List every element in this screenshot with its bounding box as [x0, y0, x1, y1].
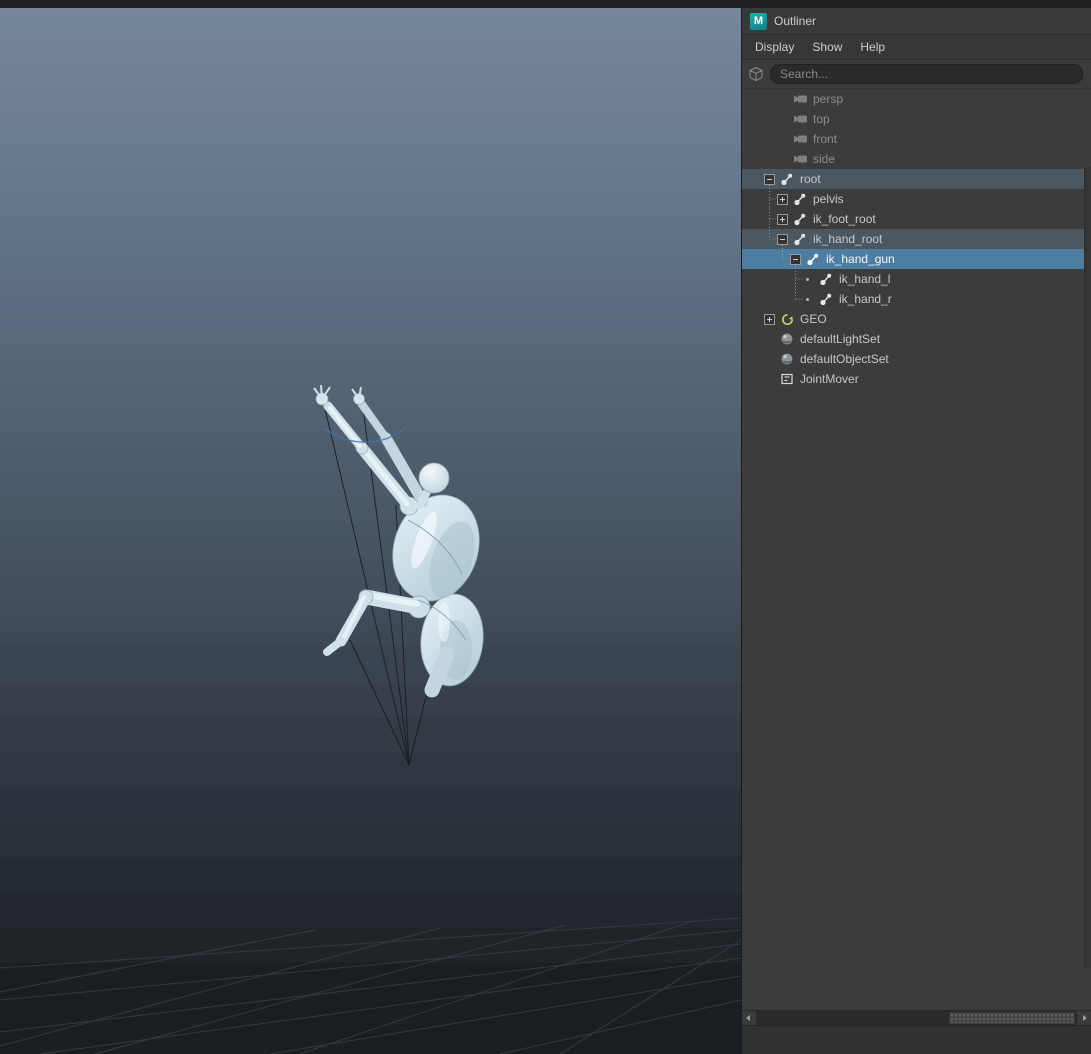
expand-toggle[interactable] [764, 313, 775, 325]
joint-icon [818, 271, 834, 287]
joint-icon [779, 171, 795, 187]
3d-viewport[interactable] [0, 8, 742, 1054]
scrollbar-thumb[interactable] [948, 1012, 1075, 1024]
outliner-search-row [742, 60, 1091, 89]
viewport-canvas [0, 384, 741, 1054]
leaf-dot [803, 294, 814, 305]
tree-item-label: defaultObjectSet [800, 352, 889, 366]
menu-show[interactable]: Show [803, 35, 851, 59]
tree-item-label: ik_hand_l [839, 272, 891, 286]
tree-row-geo[interactable]: GEO [742, 309, 1091, 329]
tree-item-label: persp [813, 92, 844, 106]
group-icon [779, 311, 795, 327]
panel-title: Outliner [774, 14, 817, 28]
tree-item-label: root [800, 172, 821, 186]
outliner-menubar: Display Show Help [742, 35, 1091, 60]
joint-icon [792, 231, 808, 247]
jointmover-icon [779, 371, 795, 387]
expand-toggle[interactable] [777, 193, 788, 205]
scroll-left-button[interactable] [742, 1011, 756, 1025]
tree-row-pelvis[interactable]: pelvis [742, 189, 1091, 209]
set-icon [779, 351, 795, 367]
tree-row-default-light-set[interactable]: defaultLightSet [742, 329, 1091, 349]
set-icon [779, 331, 795, 347]
scroll-right-button[interactable] [1077, 1011, 1091, 1025]
tree-item-label: GEO [800, 312, 827, 326]
tree-item-label: ik_hand_gun [826, 252, 895, 266]
collapse-toggle[interactable] [777, 233, 788, 245]
tree-item-label: defaultLightSet [800, 332, 881, 346]
expand-toggle[interactable] [777, 213, 788, 225]
tree-item-label: ik_hand_r [839, 292, 892, 306]
menu-display[interactable]: Display [746, 35, 803, 59]
tree-row-persp[interactable]: persp [742, 89, 1091, 109]
filter-cube-icon[interactable] [747, 65, 765, 83]
outliner-panel: M Outliner Display Show Help Search... p… [741, 8, 1091, 1054]
leaf-dot [803, 274, 814, 285]
tree-row-ik-hand-r[interactable]: ik_hand_r [742, 289, 1091, 309]
search-input[interactable] [770, 64, 1083, 84]
horizontal-scrollbar [742, 1010, 1091, 1025]
tree-row-ik-hand-gun[interactable]: ik_hand_gun [742, 249, 1091, 269]
tree-row-side[interactable]: side [742, 149, 1091, 169]
outliner-titlebar[interactable]: M Outliner [742, 8, 1091, 35]
tree-row-default-object-set[interactable]: defaultObjectSet [742, 349, 1091, 369]
selected-ik-control-curve [323, 427, 407, 443]
joint-icon [792, 191, 808, 207]
tree-item-label: JointMover [800, 372, 859, 386]
camera-icon [792, 151, 808, 167]
tree-row-ik-hand-root[interactable]: ik_hand_root [742, 229, 1091, 249]
camera-icon [792, 91, 808, 107]
tree-item-label: ik_hand_root [813, 232, 883, 246]
tree-item-label: side [813, 152, 836, 166]
tree-row-ik-hand-l[interactable]: ik_hand_l [742, 269, 1091, 289]
vertical-scrollbar-gutter[interactable] [1084, 167, 1091, 968]
tree-item-label: top [813, 112, 830, 126]
menu-help[interactable]: Help [851, 35, 894, 59]
maya-window: M Outliner Display Show Help Search... p… [0, 0, 1091, 1054]
maya-logo-icon: M [750, 12, 767, 30]
camera-icon [792, 131, 808, 147]
collapse-toggle[interactable] [764, 173, 775, 185]
scrollbar-track[interactable] [756, 1011, 1077, 1025]
tree-item-label: front [813, 132, 838, 146]
tree-item-label: pelvis [813, 192, 844, 206]
tree-row-top[interactable]: top [742, 109, 1091, 129]
joint-icon [792, 211, 808, 227]
tree-row-jointmover[interactable]: JointMover [742, 369, 1091, 389]
tree-row-ik-foot-root[interactable]: ik_foot_root [742, 209, 1091, 229]
tree-item-label: ik_foot_root [813, 212, 876, 226]
outliner-tree: persp top front side root pelvis ik_foot… [742, 89, 1091, 1010]
tree-row-root[interactable]: root [742, 169, 1091, 189]
tree-row-front[interactable]: front [742, 129, 1091, 149]
panel-footer [742, 1025, 1091, 1054]
ground-grid [0, 917, 741, 1054]
collapse-toggle[interactable] [790, 253, 801, 265]
camera-icon [792, 111, 808, 127]
joint-icon [818, 291, 834, 307]
joint-icon [805, 251, 821, 267]
